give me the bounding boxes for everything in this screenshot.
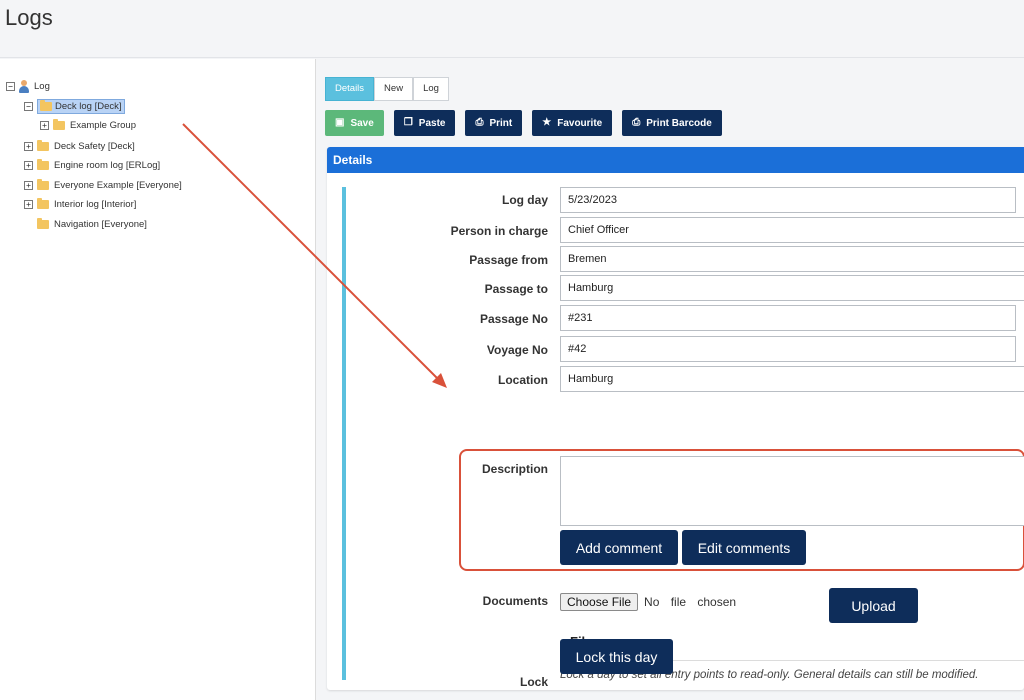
description-textarea[interactable] <box>560 456 1024 526</box>
person-in-charge-label: Person in charge <box>450 224 548 238</box>
upload-button[interactable]: Upload <box>829 588 918 623</box>
tree-node-navigation[interactable]: Navigation [Everyone] <box>37 217 149 231</box>
passage-to-input[interactable]: Hamburg <box>560 275 1024 301</box>
print-barcode-button[interactable]: ⎙ Print Barcode <box>622 110 722 136</box>
folder-icon <box>53 118 65 130</box>
description-label: Description <box>481 462 548 476</box>
lock-this-day-button[interactable]: Lock this day <box>560 639 673 674</box>
clipboard-icon: ❐ <box>403 117 413 128</box>
tree-node-deck-log[interactable]: − Deck log [Deck] <box>24 98 125 114</box>
tree-label-deck-safety[interactable]: Deck Safety [Deck] <box>52 140 137 153</box>
paste-label: Paste <box>418 117 446 129</box>
collapse-toggle[interactable]: − <box>6 81 15 91</box>
expand-toggle[interactable]: + <box>24 180 33 190</box>
tree-node-everyone-example[interactable]: + Everyone Example [Everyone] <box>24 178 184 192</box>
favourite-label: Favourite <box>557 117 603 129</box>
tree-label-example-group[interactable]: Example Group <box>68 119 138 132</box>
edit-comments-button[interactable]: Edit comments <box>682 530 806 565</box>
folder-icon <box>37 217 49 229</box>
tab-details[interactable]: Details <box>325 77 375 101</box>
passage-no-label: Passage No <box>479 312 548 326</box>
expand-toggle[interactable]: + <box>24 141 33 151</box>
add-comment-button[interactable]: Add comment <box>560 530 678 565</box>
tree-label-text: Deck log [Deck] <box>55 100 122 112</box>
collapse-toggle[interactable]: − <box>24 101 33 111</box>
page-title: Logs <box>5 5 53 30</box>
save-button[interactable]: ▣ Save <box>325 110 384 136</box>
expand-toggle[interactable]: + <box>24 160 33 170</box>
details-card: Details Log day 5/23/2023 Person in char… <box>327 147 1024 690</box>
star-icon: ★ <box>542 117 552 128</box>
passage-no-input[interactable]: #231 <box>560 305 1016 331</box>
tree-label-log[interactable]: Log <box>32 80 52 93</box>
lock-label: Lock <box>519 675 548 689</box>
folder-icon <box>37 139 49 151</box>
passage-from-label: Passage from <box>469 253 548 267</box>
tab-log[interactable]: Log <box>413 77 449 101</box>
floppy-disk-icon: ▣ <box>335 117 345 128</box>
tree-label-engine-room-log[interactable]: Engine room log [ERLog] <box>52 159 162 172</box>
printer-icon: ⎙ <box>475 117 484 128</box>
tree-label-deck-log[interactable]: Deck log [Deck] <box>37 98 125 114</box>
expand-toggle[interactable]: + <box>40 120 49 130</box>
tree-label-interior-log[interactable]: Interior log [Interior] <box>52 198 138 211</box>
user-icon <box>19 79 29 93</box>
tree-node-root[interactable]: − Log <box>6 79 52 93</box>
print-barcode-label: Print Barcode <box>646 117 712 129</box>
action-toolbar: ▣ Save ❐ Paste ⎙ Print ★ Favourite ⎙ Pri… <box>325 110 732 136</box>
favourite-button[interactable]: ★ Favourite <box>532 110 613 136</box>
detail-panel: Details New Log ▣ Save ❐ Paste ⎙ Print ★… <box>317 59 1024 700</box>
location-label: Location <box>498 373 548 387</box>
paste-button[interactable]: ❐ Paste <box>393 110 456 136</box>
detail-tabs: Details New Log <box>325 77 449 101</box>
tree-node-example-group[interactable]: + Example Group <box>40 118 138 132</box>
tree-node-interior-log[interactable]: + Interior log [Interior] <box>24 197 138 211</box>
tree-node-engine-room-log[interactable]: + Engine room log [ERLog] <box>24 158 162 172</box>
tree-label-navigation[interactable]: Navigation [Everyone] <box>52 218 149 231</box>
passage-to-label: Passage to <box>484 282 548 296</box>
log-day-input[interactable]: 5/23/2023 <box>560 187 1016 213</box>
voyage-no-input[interactable]: #42 <box>560 336 1016 362</box>
expand-toggle[interactable]: + <box>24 199 33 209</box>
file-status-text: No file chosen <box>644 595 737 609</box>
folder-icon <box>40 99 52 111</box>
folder-icon <box>37 158 49 170</box>
tree-node-deck-safety[interactable]: + Deck Safety [Deck] <box>24 139 137 153</box>
save-label: Save <box>350 117 374 129</box>
file-picker: Choose File No file chosen <box>560 593 736 611</box>
location-input[interactable]: Hamburg <box>560 366 1024 392</box>
log-day-label: Log day <box>501 193 548 207</box>
print-button[interactable]: ⎙ Print <box>465 110 523 136</box>
person-in-charge-select[interactable]: Chief Officer <box>560 217 1024 243</box>
folder-icon <box>37 197 49 209</box>
print-label: Print <box>489 117 513 129</box>
details-header: Details <box>327 147 1024 173</box>
tree-label-everyone-example[interactable]: Everyone Example [Everyone] <box>52 179 184 192</box>
folder-icon <box>37 178 49 190</box>
voyage-no-label: Voyage No <box>486 343 548 357</box>
printer-icon: ⎙ <box>632 117 641 128</box>
documents-label: Documents <box>482 594 548 608</box>
top-header: Logs <box>0 0 1024 58</box>
choose-file-button[interactable]: Choose File <box>560 593 639 611</box>
passage-from-input[interactable]: Bremen <box>560 246 1024 272</box>
tab-new[interactable]: New <box>374 77 414 101</box>
tree-panel: − Log − Deck log [Deck] + Example Group … <box>0 59 316 700</box>
